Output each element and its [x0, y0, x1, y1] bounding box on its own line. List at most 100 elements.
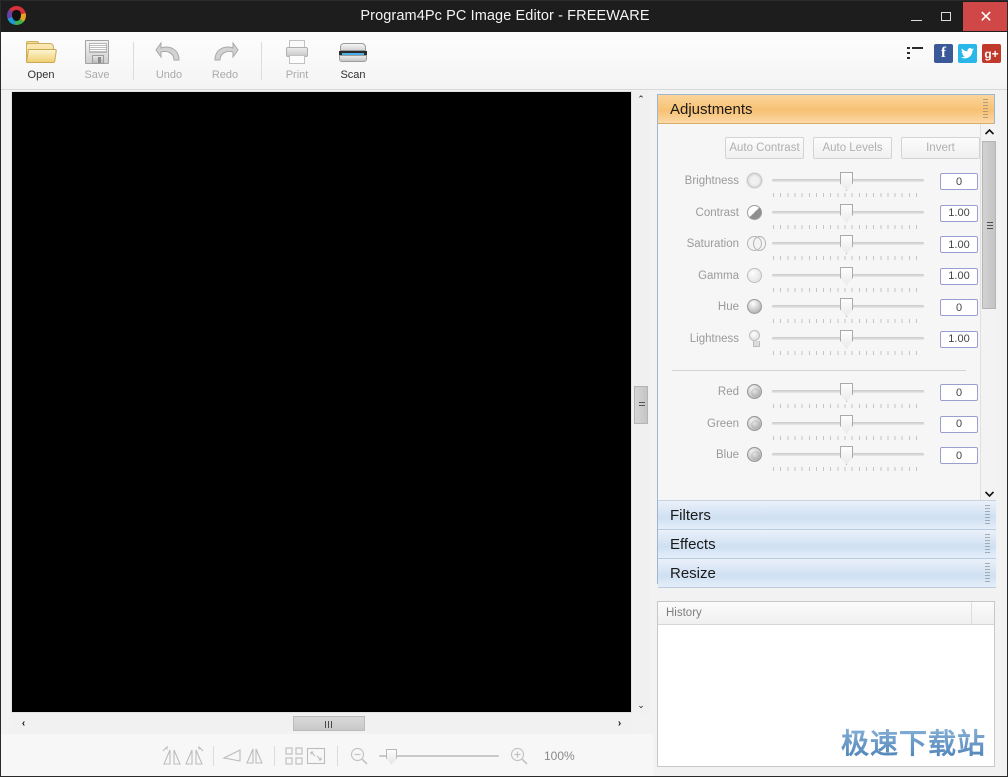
zoom-out-icon[interactable] — [348, 745, 370, 767]
open-button[interactable]: Open — [13, 33, 69, 89]
image-canvas[interactable] — [12, 92, 631, 712]
redo-arrow-icon — [208, 37, 242, 67]
gamma-label: Gamma — [698, 269, 739, 282]
grip-icon — [985, 563, 990, 584]
undo-label: Undo — [155, 69, 183, 81]
maximize-button[interactable] — [931, 1, 961, 32]
slider-row-blue: Blue 0 — [658, 446, 980, 478]
slider-thumb[interactable] — [840, 329, 853, 349]
canvas-horizontal-scrollbar[interactable]: ‹ › — [11, 715, 632, 732]
invert-button[interactable]: Invert — [901, 137, 980, 159]
image-canvas-area[interactable] — [11, 91, 632, 713]
crop-icon[interactable] — [283, 745, 305, 767]
vertical-scroll-thumb[interactable] — [634, 386, 648, 424]
scroll-up-arrow-icon[interactable]: ⌃ — [633, 91, 649, 107]
facebook-icon[interactable]: f — [934, 44, 953, 63]
history-column-header[interactable]: History — [658, 602, 994, 625]
scroll-down-arrow-icon[interactable]: ⌄ — [633, 697, 649, 713]
brightness-value[interactable]: 0 — [940, 173, 978, 190]
slider-thumb[interactable] — [840, 235, 853, 254]
window-title: Program4Pc PC Image Editor - FREEWARE — [360, 8, 650, 24]
status-separator-1 — [213, 745, 214, 766]
flip-horizontal-icon[interactable] — [222, 745, 244, 767]
slider-ticks — [773, 435, 923, 440]
slider-row-red: Red 0 — [658, 383, 980, 415]
zoom-slider-thumb[interactable] — [386, 748, 397, 765]
contrast-value[interactable]: 1.00 — [940, 204, 978, 222]
facebook-glyph: f — [941, 45, 946, 61]
contrast-label: Contrast — [695, 206, 739, 219]
accordion-header-filters[interactable]: Filters — [658, 501, 996, 530]
rotate-left-icon[interactable] — [161, 745, 183, 767]
adjustments-body: Auto Contrast Auto Levels Invert Brightn… — [658, 124, 996, 501]
panel-scroll-thumb[interactable] — [982, 141, 996, 309]
panel-scroll-up-icon[interactable] — [981, 124, 996, 139]
rotate-right-icon[interactable] — [183, 745, 205, 767]
print-label: Print — [285, 69, 309, 81]
slider-row-brightness: Brightness 0 — [658, 172, 980, 204]
saturation-label: Saturation — [686, 238, 739, 250]
scan-label: Scan — [340, 69, 366, 81]
auto-levels-button[interactable]: Auto Levels — [813, 137, 892, 159]
hue-value[interactable]: 0 — [940, 299, 978, 316]
accordion-header-resize[interactable]: Resize — [658, 559, 996, 588]
slider-thumb[interactable] — [840, 414, 853, 434]
hue-label: Hue — [717, 301, 739, 313]
title-bar: Program4Pc PC Image Editor - FREEWARE ✕ — [1, 1, 1007, 32]
open-label: Open — [27, 69, 55, 81]
zoom-level-label: 100% — [544, 748, 575, 763]
accordion-header-adjustments[interactable]: Adjustments — [658, 95, 994, 124]
resize-label: Resize — [670, 564, 716, 582]
accordion-header-effects[interactable]: Effects — [658, 530, 996, 559]
brightness-label: Brightness — [684, 175, 739, 187]
grip-icon — [983, 99, 988, 120]
red-value[interactable]: 0 — [940, 384, 978, 401]
slider-thumb[interactable] — [840, 383, 853, 402]
slider-thumb[interactable] — [840, 446, 853, 465]
twitter-icon[interactable] — [958, 44, 977, 63]
undo-button[interactable]: Undo — [141, 33, 197, 89]
print-button[interactable]: Print — [269, 33, 325, 89]
scan-button[interactable]: Scan — [325, 33, 381, 89]
printer-icon — [280, 37, 314, 67]
lightness-label: Lightness — [689, 332, 739, 345]
grip-icon — [985, 534, 990, 555]
save-button[interactable]: Save — [69, 33, 125, 89]
lightness-value[interactable]: 1.00 — [940, 330, 978, 348]
googleplus-icon[interactable]: g+ — [982, 44, 1001, 63]
googleplus-glyph: g+ — [984, 46, 999, 61]
panel-vertical-scrollbar[interactable] — [980, 124, 996, 500]
saturation-value[interactable]: 1.00 — [940, 236, 978, 253]
blue-value[interactable]: 0 — [940, 447, 978, 464]
floppy-disk-icon — [80, 37, 114, 67]
auto-contrast-button[interactable]: Auto Contrast — [725, 137, 804, 159]
gamma-value[interactable]: 1.00 — [940, 267, 978, 285]
redo-button[interactable]: Redo — [197, 33, 253, 89]
scroll-right-arrow-icon[interactable]: › — [611, 715, 628, 732]
zoom-in-icon[interactable] — [508, 745, 530, 767]
main-toolbar: Open Save Undo Redo Print Scan f g+ — [1, 32, 1007, 90]
auto-buttons-row: Auto Contrast Auto Levels Invert — [658, 124, 980, 159]
green-value[interactable]: 0 — [940, 415, 978, 433]
slider-thumb[interactable] — [840, 172, 853, 191]
list-menu-icon[interactable] — [907, 46, 923, 61]
slider-row-saturation: Saturation 1.00 — [658, 235, 980, 267]
fit-to-screen-icon[interactable] — [305, 745, 327, 767]
slider-thumb[interactable] — [840, 203, 853, 223]
horizontal-scroll-thumb[interactable] — [293, 716, 365, 731]
canvas-vertical-scrollbar[interactable]: ⌃ ⌄ — [633, 91, 649, 713]
slider-thumb[interactable] — [840, 298, 853, 317]
flip-vertical-icon[interactable] — [244, 745, 266, 767]
brightness-icon — [746, 172, 765, 190]
scroll-left-arrow-icon[interactable]: ‹ — [15, 715, 32, 732]
panel-scroll-down-icon[interactable] — [981, 486, 996, 500]
zoom-slider-track — [379, 754, 499, 757]
invert-label: Invert — [926, 142, 955, 154]
minimize-button[interactable] — [901, 1, 931, 32]
blue-channel-icon — [746, 446, 765, 464]
zoom-slider[interactable] — [379, 748, 499, 765]
close-button[interactable]: ✕ — [963, 2, 1007, 31]
slider-row-lightness: Lightness 1.00 — [658, 329, 980, 362]
blue-label: Blue — [715, 449, 739, 461]
slider-thumb[interactable] — [840, 266, 853, 286]
